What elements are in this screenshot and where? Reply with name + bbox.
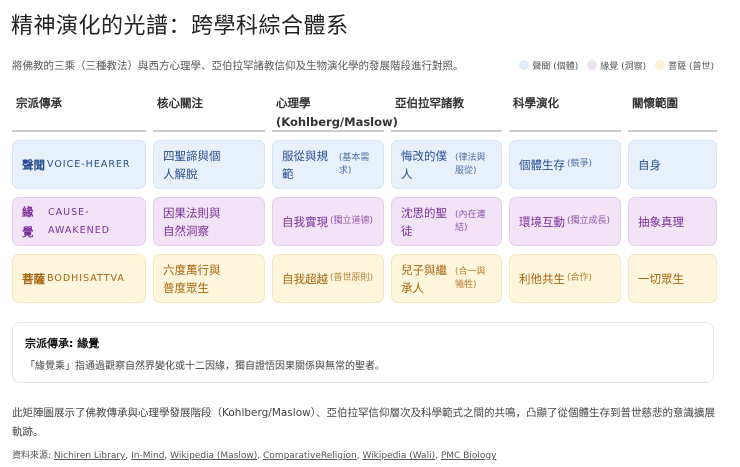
psych-text: 自我實現 — [282, 214, 328, 229]
cell-scope[interactable]: 一切眾生 — [628, 254, 717, 303]
focus-text: 六度萬行與普度眾生 — [163, 262, 221, 295]
cell-psychology[interactable]: 自我實現 (獨立道德) — [272, 197, 384, 246]
cell-scope[interactable]: 自身 — [628, 140, 717, 189]
focus-text: 因果法則與自然洞察 — [163, 205, 221, 238]
detail-text: 「緣覺乘」指通過觀察自然界變化或十二因緣，獨自證悟因果關係與無常的聖者。 — [25, 361, 385, 372]
scope-text: 抽象真理 — [638, 214, 684, 229]
source-link[interactable]: Wikipedia (Wali) — [362, 451, 435, 461]
legend-dot-icon — [655, 60, 666, 70]
source-link[interactable]: PMC Biology — [441, 451, 497, 461]
legend-item-bodhisattva: 菩薩 (普世) — [655, 59, 714, 72]
column-header: 心理學 (Kohlberg/Maslow) — [272, 92, 398, 132]
cell-psychology[interactable]: 自我超越 (普世原則) — [272, 254, 384, 303]
focus-text: 四聖諦與個人解脫 — [163, 148, 221, 181]
cell-science[interactable]: 個體生存 (競爭) — [509, 140, 621, 189]
column-header: 亞伯拉罕諸教 — [391, 92, 502, 132]
psych-note: (基本需求) — [338, 152, 370, 176]
school-name: 菩薩 — [22, 271, 45, 286]
abraham-text: 悔改的僕人 — [401, 148, 447, 181]
legend: 聲聞 (個體) 緣覺 (洞察) 菩薩 (普世) — [519, 59, 714, 72]
source-link[interactable]: Wikipedia (Maslow) — [170, 451, 257, 461]
cell-scope[interactable]: 抽象真理 — [628, 197, 717, 246]
cell-focus[interactable]: 四聖諦與個人解脫 — [153, 140, 265, 189]
school-english: VOICE-HEARER — [47, 158, 131, 170]
summary-text: 此矩陣圖展示了佛教傳承與心理學發展階段（Kohlberg/Maslow）、亞伯拉… — [12, 407, 715, 438]
psych-note: (獨立道德) — [330, 216, 374, 226]
psych-note: (普世原則) — [330, 273, 374, 283]
legend-item-pratyeka: 緣覺 (洞察) — [587, 59, 646, 72]
science-text: 環境互動 — [519, 214, 565, 229]
comparison-matrix: 宗派傳承 核心關注 心理學 (Kohlberg/Maslow) 亞伯拉罕諸教 科學演化 關懷… — [12, 92, 717, 303]
cell-abrahamic[interactable]: 悔改的僕人 (律法與服從) — [391, 140, 502, 189]
column-header: 關懷範圍 — [628, 92, 717, 132]
detail-panel: 宗派傳承: 緣覺 「緣覺乘」指通過觀察自然界變化或十二因緣，獨自證悟因果關係與無… — [12, 322, 714, 383]
abraham-note: (內在連結) — [455, 209, 486, 233]
cell-abrahamic[interactable]: 沈思的聖徒 (內在連結) — [391, 197, 502, 246]
source-link[interactable]: ComparativeReligion — [263, 451, 357, 461]
psych-text: 自我超越 — [282, 271, 328, 286]
science-note: (獨立成長) — [567, 216, 611, 226]
cell-focus[interactable]: 因果法則與自然洞察 — [153, 197, 265, 246]
school-english: BODHISATTVA — [47, 272, 125, 284]
abraham-text: 沈思的聖徒 — [401, 205, 447, 238]
abraham-note: (合一與犧牲) — [455, 266, 486, 290]
source-link[interactable]: Nichiren Library — [54, 451, 125, 461]
science-text: 利他共生 — [519, 271, 565, 286]
legend-dot-icon — [587, 60, 598, 70]
school-name: 緣覺 — [22, 204, 34, 239]
cell-school[interactable]: 菩薩 BODHISATTVA — [12, 254, 146, 303]
cell-school[interactable]: 緣覺 CAUSE-AWAKENED — [12, 197, 146, 246]
column-header: 宗派傳承 — [12, 92, 146, 132]
subtitle: 將佛教的三乘（三種教法）與西方心理學、亞伯拉罕諸教信仰及生物演化學的發展階段進行… — [12, 60, 464, 72]
school-name: 聲聞 — [22, 157, 45, 172]
scope-text: 自身 — [638, 157, 661, 172]
science-text: 個體生存 — [519, 157, 565, 172]
scope-text: 一切眾生 — [638, 271, 684, 286]
detail-title: 宗派傳承: 緣覺 — [25, 337, 100, 350]
cell-abrahamic[interactable]: 兒子與繼承人 (合一與犧牲) — [391, 254, 502, 303]
column-header: 核心關注 — [153, 92, 265, 132]
school-english: CAUSE-AWAKENED — [48, 206, 111, 236]
page-title: 精神演化的光譜：跨學科綜合體系 — [11, 14, 349, 39]
column-header: 科學演化 — [509, 92, 621, 132]
cell-science[interactable]: 利他共生 (合作) — [509, 254, 621, 303]
sources: 資料來源: Nichiren Library, In-Mind, Wikiped… — [12, 451, 497, 461]
science-note: (合作) — [567, 273, 593, 283]
cell-focus[interactable]: 六度萬行與普度眾生 — [153, 254, 265, 303]
science-note: (競爭) — [567, 159, 593, 169]
legend-dot-icon — [519, 60, 530, 70]
cell-science[interactable]: 環境互動 (獨立成長) — [509, 197, 621, 246]
source-link[interactable]: In-Mind — [131, 451, 164, 461]
legend-item-sravaka: 聲聞 (個體) — [519, 59, 578, 72]
abraham-text: 兒子與繼承人 — [401, 262, 447, 295]
psych-text: 服從與規範 — [282, 148, 328, 181]
abraham-note: (律法與服從) — [455, 152, 486, 176]
cell-psychology[interactable]: 服從與規範 (基本需求) — [272, 140, 384, 189]
cell-school[interactable]: 聲聞 VOICE-HEARER — [12, 140, 146, 189]
